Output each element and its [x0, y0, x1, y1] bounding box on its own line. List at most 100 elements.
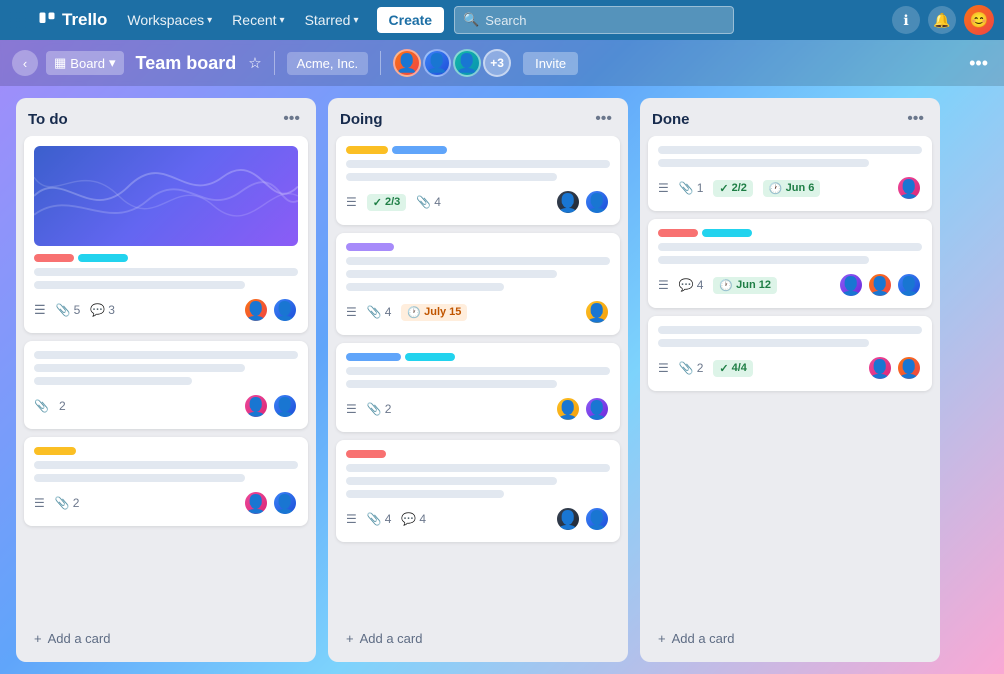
label-pink — [346, 450, 386, 458]
more-icon: ••• — [969, 53, 988, 73]
chevron-down-icon: ▾ — [207, 15, 212, 26]
card-labels — [658, 229, 922, 237]
card-text-line — [658, 159, 869, 167]
label-cyan — [405, 353, 455, 361]
list-done-menu[interactable]: ••• — [903, 108, 928, 130]
card-text-line — [346, 367, 610, 375]
card-labels — [34, 447, 298, 455]
card-avatars — [243, 297, 298, 323]
label-yellow — [346, 146, 388, 154]
list-doing-menu[interactable]: ••• — [591, 108, 616, 130]
card-avatar — [272, 297, 298, 323]
card-avatar — [896, 272, 922, 298]
card-done-3[interactable]: ☰ 📎 2 ✓ 4/4 — [648, 316, 932, 391]
card-avatars — [584, 299, 610, 325]
workspaces-button[interactable]: Workspaces ▾ — [119, 8, 220, 32]
label-blue — [346, 353, 401, 361]
attachment-count: 📎 4 — [367, 305, 392, 319]
notifications-button[interactable]: 🔔 — [928, 6, 956, 34]
list-done-cards: ☰ 📎 1 ✓ 2/2 🕐 Jun 6 — [640, 136, 940, 619]
member-avatar-2[interactable] — [423, 49, 451, 77]
card-avatars — [243, 393, 298, 419]
chevron-down-icon: ▾ — [353, 15, 358, 26]
card-done-1[interactable]: ☰ 📎 1 ✓ 2/2 🕐 Jun 6 — [648, 136, 932, 211]
create-button[interactable]: Create — [377, 7, 445, 33]
list-todo: To do ••• — [16, 98, 316, 662]
card-text-line — [34, 474, 245, 482]
card-todo-2[interactable]: 📎 2 — [24, 341, 308, 429]
card-avatars — [555, 189, 610, 215]
card-doing-3[interactable]: ☰ 📎 2 — [336, 343, 620, 432]
list-icon: ☰ — [34, 302, 46, 318]
card-text-line — [34, 268, 298, 276]
clock-icon: 🕐 — [769, 182, 783, 195]
list-done: Done ••• ☰ 📎 1 ✓ 2/2 — [640, 98, 940, 662]
card-avatars — [896, 175, 922, 201]
checklist-badge: ✓ 2/2 — [713, 180, 753, 197]
list-doing-cards: ☰ ✓ 2/3 📎 4 — [328, 136, 628, 619]
info-icon: ℹ — [903, 12, 908, 29]
label-purple — [346, 243, 394, 251]
workspace-button[interactable]: Acme, Inc. — [287, 52, 368, 75]
member-avatar-1[interactable] — [393, 49, 421, 77]
board-type-button[interactable]: ▦ Board ▾ — [46, 51, 124, 75]
card-text-line — [346, 160, 610, 168]
attachment-count: 📎 2 — [367, 402, 392, 416]
card-doing-2[interactable]: ☰ 📎 4 🕐 July 15 — [336, 233, 620, 335]
info-button[interactable]: ℹ — [892, 6, 920, 34]
list-doing: Doing ••• ☰ ✓ 2/3 — [328, 98, 628, 662]
card-avatar — [555, 506, 581, 532]
starred-button[interactable]: Starred ▾ — [297, 8, 367, 32]
clock-icon: 🕐 — [719, 279, 733, 292]
recent-button[interactable]: Recent ▾ — [224, 8, 292, 32]
add-card-button-done[interactable]: + Add a card — [648, 623, 932, 654]
card-meta: ☰ 📎 1 ✓ 2/2 🕐 Jun 6 — [658, 180, 820, 197]
card-doing-1[interactable]: ☰ ✓ 2/3 📎 4 — [336, 136, 620, 225]
card-todo-3[interactable]: ☰ 📎 2 — [24, 437, 308, 526]
list-todo-cards: ☰ 📎 5 💬 3 — [16, 136, 316, 619]
add-card-button-todo[interactable]: + Add a card — [24, 623, 308, 654]
card-doing-4[interactable]: ☰ 📎 4 💬 4 — [336, 440, 620, 542]
card-labels — [346, 243, 610, 251]
attachment-count: 📎 4 — [416, 195, 441, 209]
card-avatars — [243, 490, 298, 516]
card-avatars — [867, 355, 922, 381]
card-todo-1[interactable]: ☰ 📎 5 💬 3 — [24, 136, 308, 333]
card-text-line — [34, 351, 298, 359]
invite-button[interactable]: Invite — [523, 52, 578, 75]
attachment-icon: 📎 — [679, 361, 694, 375]
app-logo[interactable]: Trello — [10, 10, 107, 30]
list-todo-menu[interactable]: ••• — [279, 108, 304, 130]
card-labels — [346, 353, 610, 361]
card-done-2[interactable]: ☰ 💬 4 🕐 Jun 12 — [648, 219, 932, 308]
card-avatar — [584, 396, 610, 422]
board-members: +3 — [393, 49, 511, 77]
search-bar[interactable]: 🔍 Search — [454, 6, 734, 34]
card-avatar — [243, 393, 269, 419]
board-navigation: ‹ ▦ Board ▾ Team board ☆ Acme, Inc. +3 I… — [0, 40, 1004, 86]
list-done-header: Done ••• — [640, 98, 940, 136]
list-todo-header: To do ••• — [16, 98, 316, 136]
card-text-line — [658, 256, 869, 264]
card-avatar — [272, 490, 298, 516]
card-footer: ☰ 📎 5 💬 3 — [34, 297, 298, 323]
card-meta: ☰ 💬 4 🕐 Jun 12 — [658, 277, 777, 294]
bell-icon: 🔔 — [933, 12, 950, 29]
board-more-button[interactable]: ••• — [965, 49, 992, 78]
member-count[interactable]: +3 — [483, 49, 511, 77]
card-avatar — [555, 396, 581, 422]
add-card-button-doing[interactable]: + Add a card — [336, 623, 620, 654]
comment-icon: 💬 — [401, 512, 416, 526]
board-view-icon: ▦ — [54, 55, 66, 71]
plus-icon: + — [34, 631, 42, 646]
user-avatar[interactable]: 😊 — [964, 5, 994, 35]
member-avatar-3[interactable] — [453, 49, 481, 77]
search-placeholder: Search — [485, 13, 526, 28]
attachment-count: 📎 2 — [679, 361, 704, 375]
star-board-button[interactable]: ☆ — [248, 54, 261, 72]
top-navigation: Trello Workspaces ▾ Recent ▾ Starred ▾ C… — [0, 0, 1004, 40]
nav-back-button[interactable]: ‹ — [12, 50, 38, 76]
list-doing-title: Doing — [340, 111, 383, 128]
card-footer: ☰ ✓ 2/3 📎 4 — [346, 189, 610, 215]
card-avatar — [867, 272, 893, 298]
